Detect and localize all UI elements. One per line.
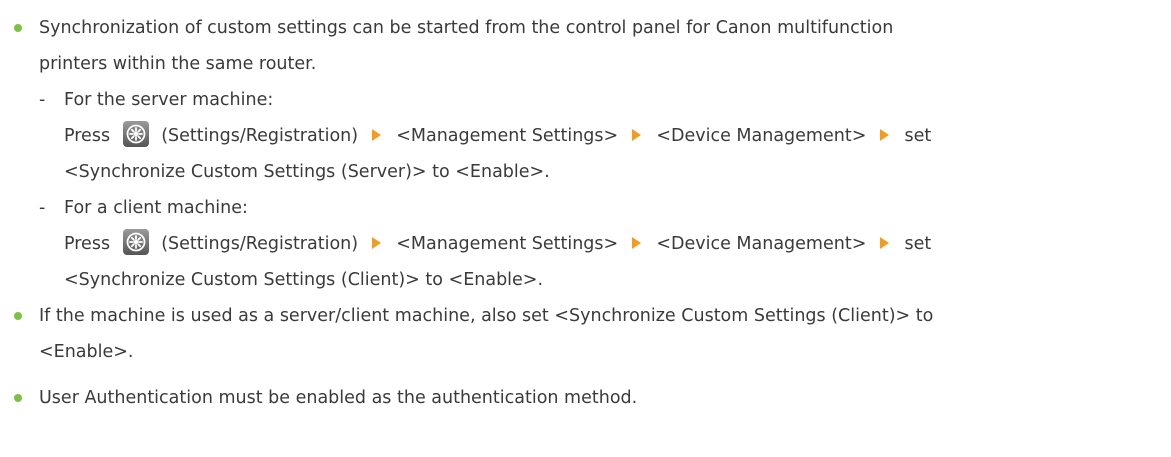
bullet-item-sync: Synchronization of custom settings can b…	[0, 10, 1171, 82]
press-label: Press	[64, 234, 111, 254]
bullet-dot	[14, 24, 22, 32]
sub-item-heading: For the server machine:	[64, 90, 274, 110]
instruction-line: Press (Settings/Registration) <Managemen…	[64, 226, 1171, 262]
bullet-dot	[14, 312, 22, 320]
arrow-right-icon	[631, 129, 641, 141]
menu-step: <Management Settings>	[396, 126, 619, 146]
bullet-item-authentication: User Authentication must be enabled as t…	[0, 380, 1171, 416]
instruction-line: <Synchronize Custom Settings (Client)> t…	[64, 270, 544, 290]
bullet-text-line: <Enable>.	[39, 342, 134, 362]
settings-registration-icon	[122, 121, 149, 147]
bullet-text-line: Synchronization of custom settings can b…	[39, 18, 894, 38]
arrow-right-icon	[631, 237, 641, 249]
set-label: set	[904, 234, 932, 254]
instruction-line: <Synchronize Custom Settings (Server)> t…	[64, 162, 550, 182]
sub-item-dash: -	[39, 198, 46, 218]
bullet-item-server-client: If the machine is used as a server/clien…	[0, 298, 1171, 370]
arrow-right-icon	[371, 237, 381, 249]
settings-registration-icon	[122, 229, 149, 255]
menu-step: <Device Management>	[656, 126, 867, 146]
bullet-dot	[14, 394, 22, 402]
sub-item-heading: For a client machine:	[64, 198, 248, 218]
arrow-right-icon	[879, 129, 889, 141]
icon-label: (Settings/Registration)	[161, 234, 359, 254]
bullet-text-line: User Authentication must be enabled as t…	[39, 388, 638, 408]
bullet-text-line: If the machine is used as a server/clien…	[39, 306, 934, 326]
sub-item-dash: -	[39, 90, 46, 110]
instruction-line: Press (Settings/Registration) <Managemen…	[64, 118, 1171, 154]
bullet-text-line: printers within the same router.	[39, 54, 317, 74]
menu-step: <Device Management>	[656, 234, 867, 254]
press-label: Press	[64, 126, 111, 146]
set-label: set	[904, 126, 932, 146]
arrow-right-icon	[371, 129, 381, 141]
sub-item-server: - For the server machine: Press (Setting…	[0, 82, 1171, 190]
document-body: Synchronization of custom settings can b…	[0, 0, 1171, 416]
sub-item-client: - For a client machine: Press (Settings/…	[0, 190, 1171, 298]
menu-step: <Management Settings>	[396, 234, 619, 254]
icon-label: (Settings/Registration)	[161, 126, 359, 146]
arrow-right-icon	[879, 237, 889, 249]
